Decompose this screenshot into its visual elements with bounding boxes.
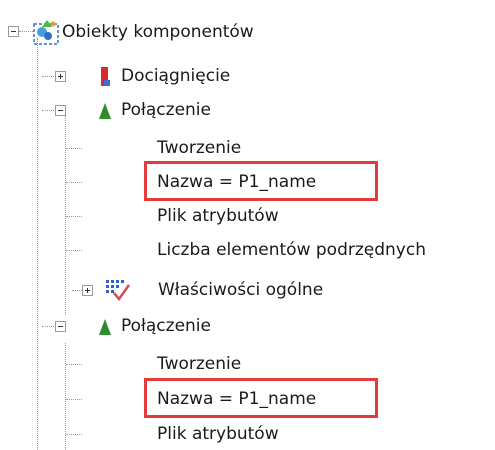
expand-toggle[interactable] [82, 285, 93, 296]
tree-leaf-label: Liczba elementów podrzędnych [157, 240, 426, 260]
tree-leaf-label: Plik atrybutów [157, 206, 279, 226]
connection-green-triangle-icon [99, 103, 111, 119]
tree-root-node[interactable]: Obiekty komponentów [0, 18, 495, 46]
general-properties-icon [106, 280, 131, 302]
collapse-toggle[interactable] [55, 105, 66, 116]
tree-item-connection[interactable]: Połączenie [0, 312, 495, 340]
tree-leaf-label: Nazwa = P1_name [157, 389, 317, 409]
collapse-toggle[interactable] [8, 26, 19, 37]
tightening-icon [101, 67, 110, 86]
component-objects-tree: Obiekty komponentów Dociągnięcie Połącze… [0, 0, 495, 450]
collapse-toggle[interactable] [55, 321, 66, 332]
tree-item-label: Właściwości ogólne [158, 280, 324, 300]
tree-leaf-label: Tworzenie [157, 138, 242, 158]
tree-item-label: Połączenie [121, 100, 211, 120]
tree-item-label: Dociągnięcie [121, 66, 231, 86]
tree-item-label: Połączenie [121, 316, 211, 336]
tree-guide-line [19, 31, 33, 32]
tree-guide-line [66, 216, 82, 217]
tree-item-tightening[interactable]: Dociągnięcie [0, 62, 495, 90]
tree-root-label: Obiekty komponentów [62, 22, 254, 42]
connection-green-triangle-icon [99, 319, 111, 335]
tree-guide-line [66, 148, 82, 149]
tree-guide-line [66, 250, 82, 251]
tree-item-general-properties[interactable]: Właściwości ogólne [0, 276, 495, 304]
components-objects-icon [33, 20, 59, 45]
tree-leaf-label: Plik atrybutów [157, 424, 279, 444]
tree-leaf-label: Nazwa = P1_name [157, 172, 317, 192]
tree-guide-line [66, 434, 82, 435]
tree-guide-line [66, 364, 82, 365]
tree-leaf-label: Tworzenie [157, 354, 242, 374]
tree-guide-line [66, 399, 82, 400]
expand-toggle[interactable] [55, 71, 66, 82]
tree-guide-line [66, 182, 82, 183]
tree-item-connection[interactable]: Połączenie [0, 96, 495, 124]
